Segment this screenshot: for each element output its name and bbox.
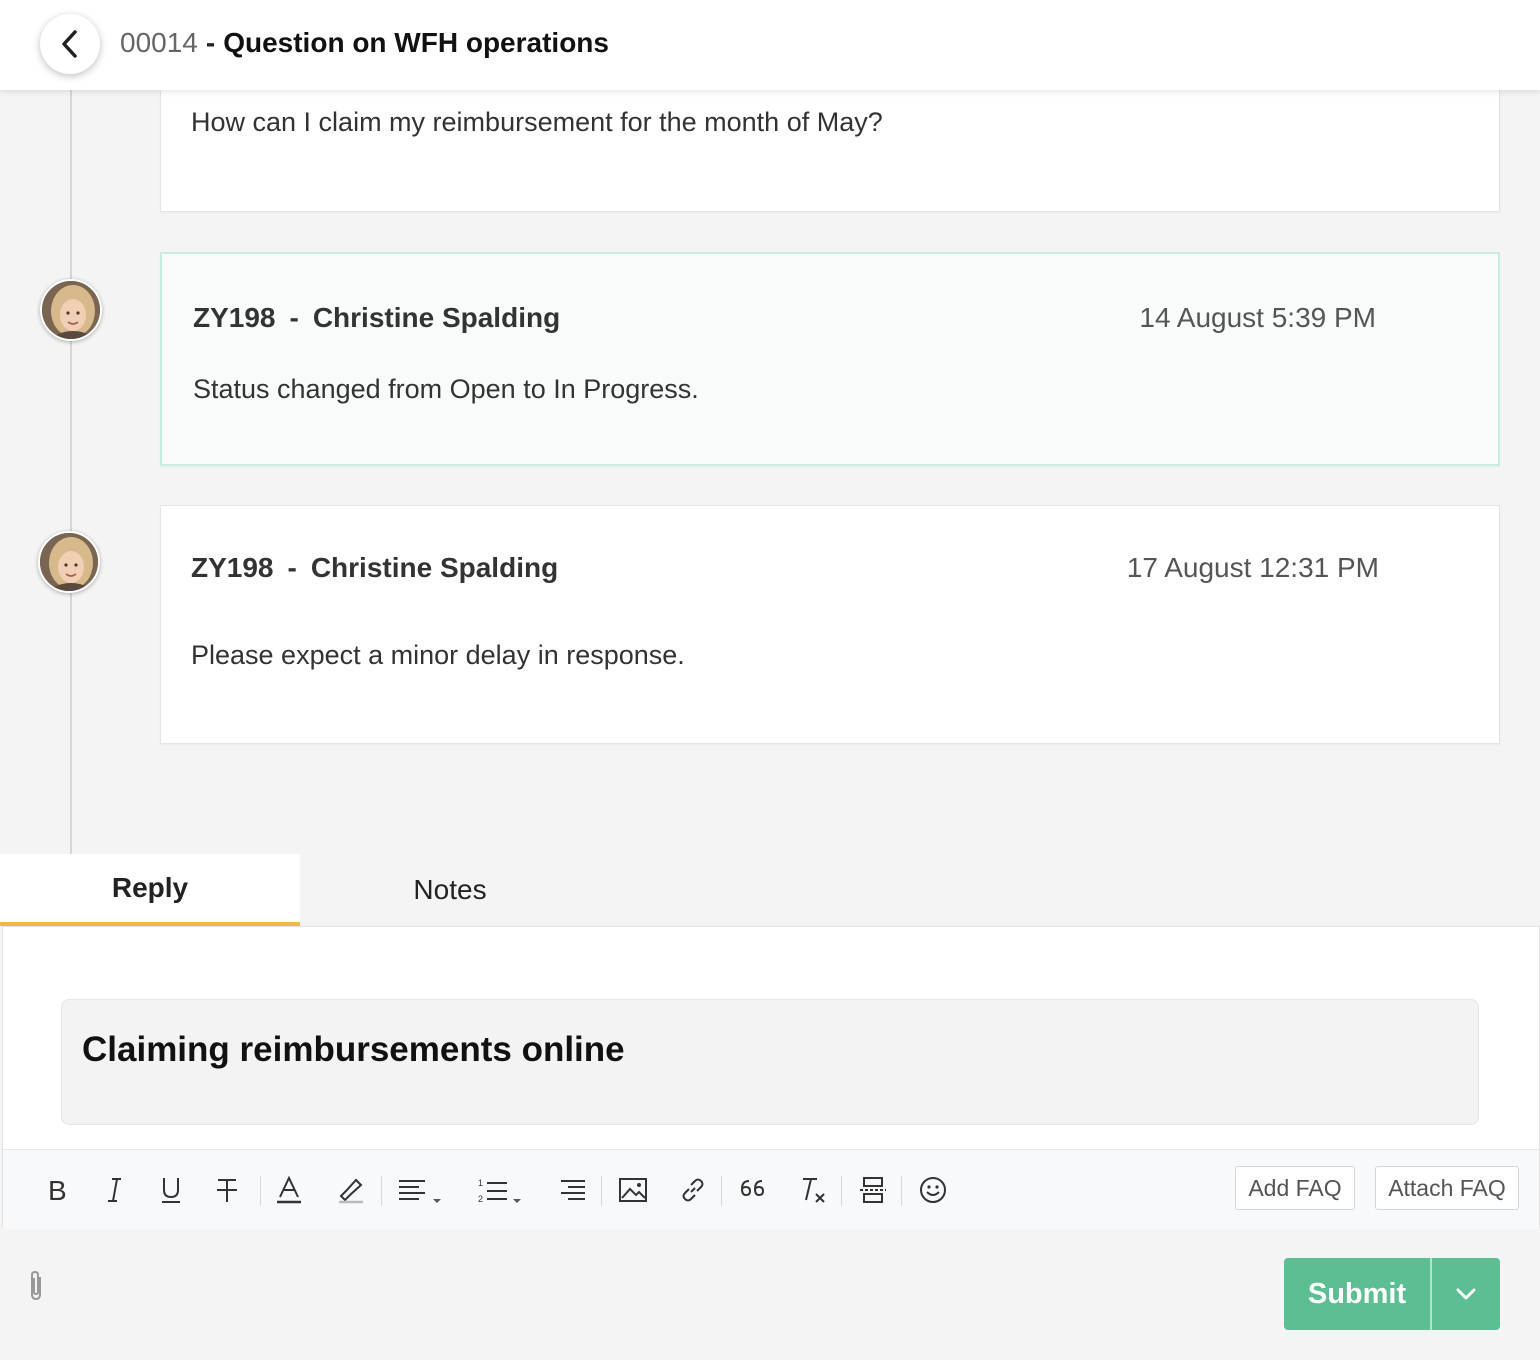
link-icon: [682, 1178, 704, 1202]
composer-tabs: Reply Notes: [0, 854, 1540, 926]
agent-id: ZY198: [191, 552, 274, 583]
svg-text:1: 1: [478, 1178, 483, 1188]
message-timestamp: 17 August 12:31 PM: [1126, 552, 1379, 583]
indent-icon: [561, 1180, 585, 1200]
strikethrough-button[interactable]: [207, 1170, 247, 1210]
emoji-icon: [920, 1177, 946, 1203]
status-change-message: ZY198- Christine Spalding 14 August 5:39 …: [160, 252, 1500, 466]
bold-icon: B: [48, 1176, 67, 1204]
toolbar-divider: [601, 1176, 602, 1206]
indent-button[interactable]: [553, 1170, 593, 1210]
attachment-button[interactable]: [24, 1268, 48, 1304]
submit-button-group: Submit: [1284, 1258, 1500, 1330]
message-author: ZY198- Christine Spalding: [191, 552, 558, 584]
message-timestamp: 14 August 5:39 PM: [1139, 302, 1376, 333]
quote-icon: [741, 1180, 765, 1197]
attach-faq-button[interactable]: Attach FAQ: [1375, 1166, 1519, 1210]
thread-message: ZY198- Christine Spalding 17 August 12:31…: [160, 505, 1500, 744]
submit-button[interactable]: Submit: [1284, 1258, 1432, 1330]
chevron-down-icon: [1456, 1288, 1476, 1300]
message-text: Status changed from Open to In Progress.: [193, 374, 699, 404]
back-button[interactable]: [40, 14, 100, 74]
ticket-subject: Question on WFH operations: [223, 27, 609, 58]
image-icon: [619, 1178, 647, 1202]
emoji-button[interactable]: [913, 1170, 953, 1210]
insert-snippet-button[interactable]: [853, 1170, 893, 1210]
italic-icon: [108, 1178, 121, 1202]
highlight-icon: [339, 1178, 363, 1204]
avatar: [40, 279, 102, 341]
thread-message: How can I claim my reimbursement for the…: [160, 84, 1500, 212]
align-icon: [399, 1180, 441, 1203]
italic-button[interactable]: [95, 1170, 135, 1210]
author-separator: -: [289, 302, 299, 333]
underline-button[interactable]: [151, 1170, 191, 1210]
agent-name: Christine Spalding: [310, 552, 559, 583]
insert-image-button[interactable]: [613, 1170, 653, 1210]
message-author: ZY198- Christine Spalding: [193, 302, 560, 334]
toolbar-divider: [901, 1176, 902, 1206]
blockquote-button[interactable]: [733, 1170, 773, 1210]
toolbar-divider: [260, 1176, 261, 1206]
timeline-line: [70, 90, 72, 854]
highlight-button[interactable]: [331, 1170, 371, 1210]
toolbar-divider: [841, 1176, 842, 1206]
insert-snippet-icon: [860, 1177, 886, 1203]
strikethrough-icon: [217, 1179, 237, 1202]
reply-subject-field[interactable]: Claiming reimbursements online: [61, 999, 1479, 1125]
underline-icon: [162, 1178, 180, 1203]
message-text: How can I claim my reimbursement for the…: [191, 107, 883, 137]
reply-subject-text: Claiming reimbursements online: [82, 1030, 625, 1069]
agent-id: ZY198: [193, 302, 276, 333]
message-text: Please expect a minor delay in response.: [191, 640, 685, 670]
tab-reply[interactable]: Reply: [0, 854, 300, 926]
ticket-header: 00014- Question on WFH operations: [0, 0, 1540, 90]
align-dropdown[interactable]: [393, 1170, 447, 1210]
clear-format-icon: [803, 1178, 825, 1203]
paperclip-icon: [31, 1270, 41, 1301]
svg-text:2: 2: [478, 1194, 483, 1204]
font-color-button[interactable]: [269, 1170, 309, 1210]
insert-link-button[interactable]: [673, 1170, 713, 1210]
agent-name: Christine Spalding: [312, 302, 561, 333]
toolbar-divider: [721, 1176, 722, 1206]
numbered-list-icon: 12: [478, 1178, 521, 1204]
font-color-icon: [277, 1175, 301, 1204]
toolbar-divider: [381, 1176, 382, 1206]
submit-options-dropdown[interactable]: [1432, 1258, 1500, 1330]
clear-format-button[interactable]: [793, 1170, 833, 1210]
ticket-id: 00014: [120, 27, 198, 58]
numbered-list-dropdown[interactable]: 12: [473, 1170, 527, 1210]
reply-editor: Claiming reimbursements online B 12 Add …: [2, 926, 1540, 1229]
avatar: [38, 531, 100, 593]
title-separator: -: [205, 27, 216, 58]
page-title: 00014- Question on WFH operations: [120, 27, 609, 59]
add-faq-button[interactable]: Add FAQ: [1235, 1166, 1355, 1210]
tab-notes[interactable]: Notes: [300, 854, 600, 926]
bold-button[interactable]: B: [37, 1170, 77, 1210]
chevron-left-icon: [62, 30, 77, 58]
author-separator: -: [287, 552, 297, 583]
format-toolbar: B 12 Add FAQ Attach FAQ: [3, 1149, 1539, 1229]
svg-text:B: B: [48, 1176, 67, 1204]
